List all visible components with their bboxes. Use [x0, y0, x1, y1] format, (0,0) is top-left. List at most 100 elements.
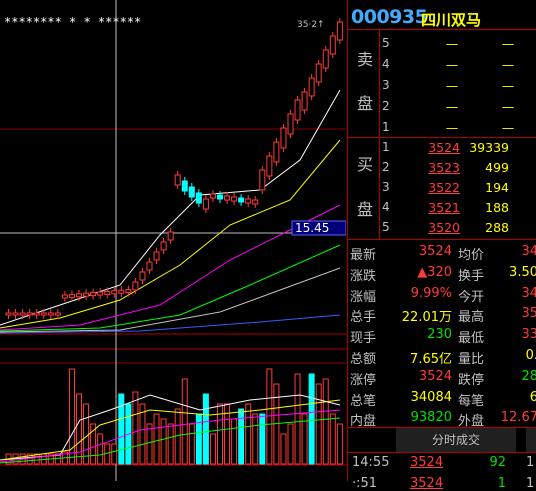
volume-bar	[76, 393, 82, 465]
tick-flag: 1	[526, 455, 535, 470]
candle-body	[252, 199, 259, 205]
stat-value: 34	[521, 244, 536, 259]
moving-average-line	[0, 267, 341, 333]
candlesticks	[5, 18, 343, 319]
bid-price[interactable]: 3521	[410, 200, 460, 215]
candle-body	[273, 141, 280, 163]
candle-body	[174, 174, 181, 186]
stat-value: 0.	[525, 348, 536, 363]
divider	[348, 452, 536, 453]
stat-value: 35	[521, 306, 536, 322]
candle-body	[287, 113, 294, 135]
stat-value: 3524	[418, 368, 452, 384]
ask-level: 5	[382, 36, 390, 50]
stat-label: 均价	[458, 248, 485, 263]
stat-label: 最低	[458, 331, 485, 347]
tick-price: 3524	[410, 476, 444, 491]
ask-price[interactable]: —	[442, 78, 462, 93]
volume-bar	[188, 423, 195, 465]
ask-price[interactable]: —	[442, 99, 462, 114]
divider	[348, 29, 536, 30]
volume-bar	[245, 403, 252, 465]
candle-body	[97, 291, 104, 296]
kline-chart-panel[interactable]: ******** * * ****** 35·2↑ 15.45	[0, 0, 346, 481]
divider	[348, 137, 536, 138]
stat-label: 总手	[350, 310, 377, 326]
ask-volume: —	[501, 57, 515, 72]
stat-label: 跌停	[458, 372, 485, 388]
bid-level: 5	[382, 220, 390, 234]
candle-body	[33, 312, 40, 316]
ask-level: 2	[382, 99, 390, 113]
stat-value: 6	[529, 389, 536, 405]
stock-code[interactable]: 000935	[351, 6, 428, 28]
volume-bar	[83, 403, 90, 465]
bid-price[interactable]: 3522	[410, 180, 460, 195]
bid-level: 3	[382, 180, 390, 194]
stat-label: 量比	[458, 352, 485, 367]
volume-bar	[329, 413, 336, 465]
stat-label: 今开	[458, 289, 485, 305]
bid-volume: 194	[485, 180, 509, 195]
tick-volume: 1	[497, 476, 506, 491]
bid-price[interactable]: 3523	[410, 160, 460, 175]
candle-body	[153, 251, 160, 261]
candle-body	[231, 196, 238, 202]
stat-value: 33	[521, 327, 536, 343]
candle-body	[301, 91, 308, 111]
candle-body	[47, 312, 54, 316]
volume-bar	[336, 423, 343, 465]
volume-bars	[5, 368, 343, 465]
candle-body	[125, 289, 132, 294]
stat-label: 总额	[350, 352, 377, 367]
tab-next[interactable]	[526, 428, 536, 452]
volume-bar	[132, 391, 139, 465]
stat-value: 34	[521, 285, 536, 301]
tick-flag: 1	[526, 476, 535, 491]
volume-bar	[294, 373, 301, 465]
candle-body	[118, 289, 125, 294]
volume-bar	[209, 433, 216, 465]
volume-bar	[217, 403, 223, 465]
ask-side-label-1: 卖	[356, 50, 373, 69]
candle-body	[61, 294, 68, 299]
candle-body	[54, 312, 61, 316]
candle-body	[195, 192, 202, 204]
crosshair-price-label: 15.45	[295, 221, 329, 235]
ask-price[interactable]: —	[442, 120, 462, 135]
volume-bar	[308, 373, 315, 465]
volume-bar	[315, 383, 322, 465]
stock-header: 000935 四川双马	[348, 0, 536, 30]
candle-body	[26, 312, 33, 316]
ask-price[interactable]: —	[442, 36, 462, 51]
bid-price[interactable]: 3520	[410, 220, 460, 235]
candle-body	[245, 198, 252, 204]
candle-body	[315, 63, 322, 83]
volume-bar	[181, 378, 188, 465]
volume-bar	[111, 443, 118, 465]
stat-value: 230	[427, 327, 452, 343]
volume-bar	[97, 433, 104, 465]
bid-volume: 39339	[469, 140, 509, 155]
bid-volume: 188	[485, 200, 509, 215]
bid-price[interactable]: 3524	[410, 140, 460, 155]
ask-price[interactable]: —	[442, 57, 462, 72]
kline-chart[interactable]: ******** * * ****** 35·2↑ 15.45	[0, 0, 346, 481]
candle-body	[139, 271, 146, 281]
tab-tick-trades[interactable]: 分时成交	[396, 428, 516, 452]
candle-body	[111, 290, 118, 295]
candle-body	[132, 281, 139, 291]
bid-level: 2	[382, 160, 390, 174]
candle-body	[294, 99, 301, 121]
stat-label: 现手	[350, 331, 377, 347]
candle-body	[76, 293, 82, 298]
volume-bar	[259, 413, 266, 465]
ask-level: 1	[382, 120, 390, 134]
candle-body	[90, 292, 97, 297]
candle-body	[5, 312, 12, 316]
volume-bar	[195, 413, 202, 465]
candle-body	[202, 198, 209, 210]
stock-name[interactable]: 四川双马	[421, 9, 481, 30]
ask-volume: —	[501, 36, 515, 51]
bid-level: 4	[382, 200, 390, 214]
